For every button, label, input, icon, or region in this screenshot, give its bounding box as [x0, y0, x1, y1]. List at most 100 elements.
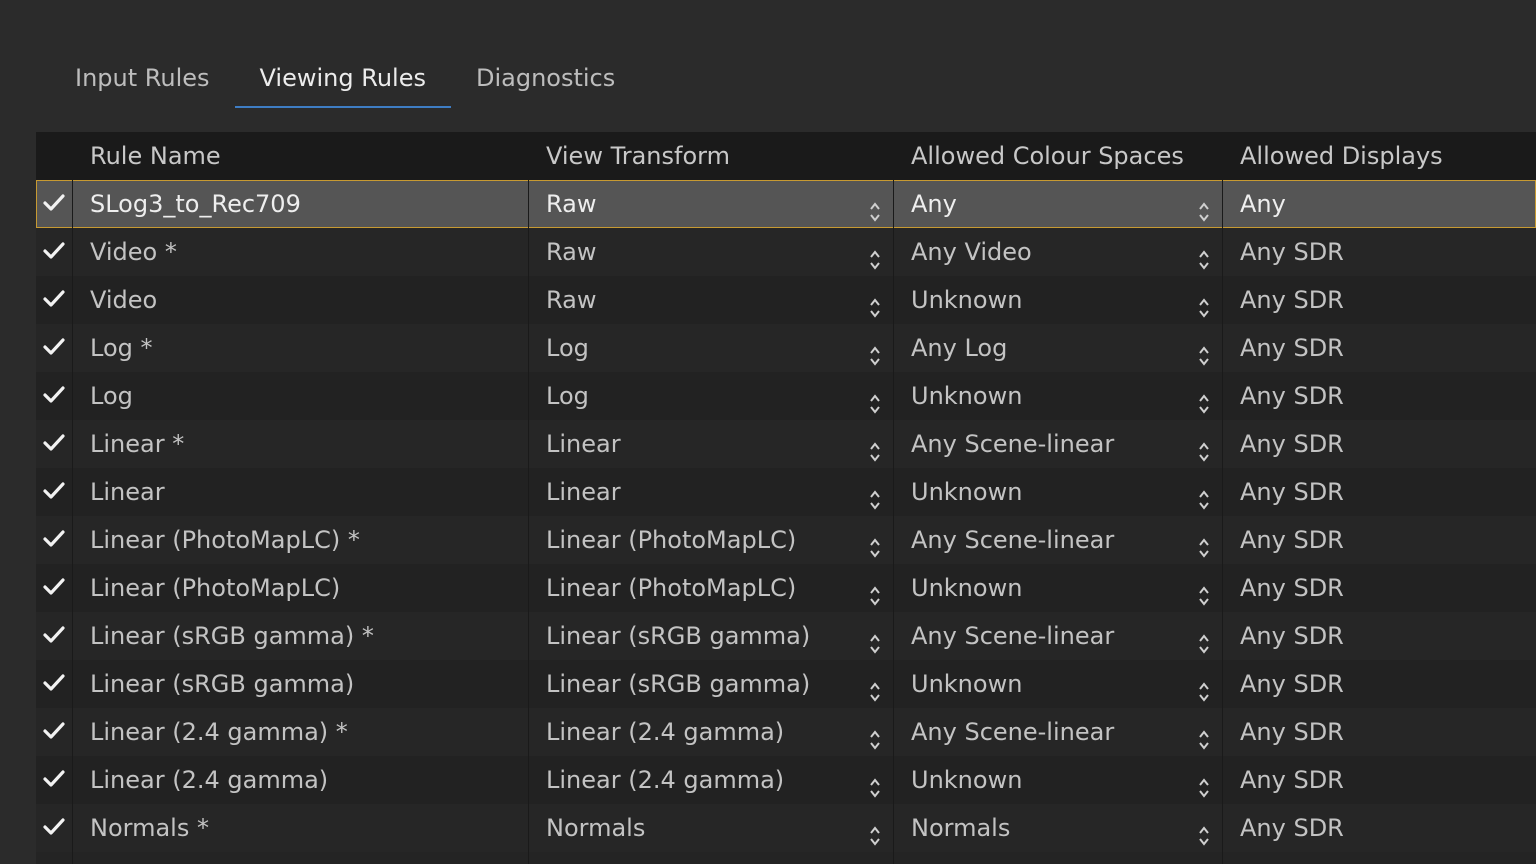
table-row[interactable]: Normals * Normals Normals Any SDR: [36, 804, 1536, 852]
table-row[interactable]: Linear (PhotoMapLC) * Linear (PhotoMapLC)…: [36, 516, 1536, 564]
displays-select[interactable]: Any SDR: [1240, 276, 1536, 324]
view-transform-select[interactable]: Normals: [546, 804, 894, 852]
colour-spaces-select[interactable]: Normals: [911, 804, 1223, 852]
enabled-checkbox[interactable]: [36, 180, 72, 228]
enabled-checkbox[interactable]: [36, 804, 72, 852]
colour-spaces-value: Any Log: [911, 334, 1008, 362]
checkmark-icon: [36, 481, 72, 501]
column-header-view-transform[interactable]: View Transform: [546, 132, 730, 180]
updown-arrows-icon: [868, 576, 882, 606]
updown-arrows-icon: [868, 336, 882, 366]
rule-name-cell[interactable]: Linear *: [90, 420, 528, 468]
view-transform-select[interactable]: Log: [546, 324, 894, 372]
checkmark-icon: [36, 193, 72, 213]
displays-select[interactable]: Any SDR: [1240, 324, 1536, 372]
colour-spaces-select[interactable]: Unknown: [911, 372, 1223, 420]
colour-spaces-select[interactable]: Any Scene-linear: [911, 516, 1223, 564]
rule-name-cell[interactable]: Normals *: [90, 804, 528, 852]
displays-select[interactable]: Any: [1240, 180, 1536, 228]
table-row[interactable]: SLog3_to_Rec709 Raw Any Any: [36, 180, 1536, 228]
colour-spaces-select[interactable]: Unknown: [911, 468, 1223, 516]
table-row[interactable]: Log Log Unknown Any SDR: [36, 372, 1536, 420]
table-row[interactable]: Linear (sRGB gamma) Linear (sRGB gamma) Un…: [36, 660, 1536, 708]
enabled-checkbox[interactable]: [36, 756, 72, 804]
view-transform-select[interactable]: Linear (2.4 gamma): [546, 708, 894, 756]
displays-select[interactable]: Any SDR: [1240, 804, 1536, 852]
enabled-checkbox[interactable]: [36, 372, 72, 420]
displays-value: Any: [1240, 190, 1286, 218]
colour-spaces-select[interactable]: Any Scene-linear: [911, 420, 1223, 468]
rule-name-cell[interactable]: Video *: [90, 228, 528, 276]
rule-name-cell[interactable]: Log *: [90, 324, 528, 372]
colour-spaces-select[interactable]: Any Scene-linear: [911, 612, 1223, 660]
view-transform-select[interactable]: Linear (sRGB gamma): [546, 660, 894, 708]
view-transform-select[interactable]: Raw: [546, 228, 894, 276]
table-row[interactable]: Linear (2.4 gamma) Linear (2.4 gamma) Unkn…: [36, 756, 1536, 804]
colour-spaces-select[interactable]: Unknown: [911, 276, 1223, 324]
rule-name-cell[interactable]: SLog3_to_Rec709: [90, 180, 528, 228]
displays-select[interactable]: Any SDR: [1240, 468, 1536, 516]
rule-name-cell[interactable]: Linear (PhotoMapLC) *: [90, 516, 528, 564]
checkmark-icon: [36, 577, 72, 597]
rule-name-cell[interactable]: Linear (2.4 gamma): [90, 756, 528, 804]
displays-select[interactable]: Any SDR: [1240, 564, 1536, 612]
colour-spaces-select[interactable]: Any Video: [911, 228, 1223, 276]
colour-spaces-select[interactable]: Any: [911, 180, 1223, 228]
enabled-checkbox[interactable]: [36, 276, 72, 324]
colour-spaces-select[interactable]: Unknown: [911, 660, 1223, 708]
displays-select[interactable]: Any SDR: [1240, 612, 1536, 660]
enabled-checkbox[interactable]: [36, 708, 72, 756]
displays-select[interactable]: Any SDR: [1240, 372, 1536, 420]
colour-spaces-select[interactable]: Unknown: [911, 756, 1223, 804]
rule-name-cell[interactable]: Linear (sRGB gamma): [90, 660, 528, 708]
column-header-allowed-displays[interactable]: Allowed Displays: [1240, 132, 1443, 180]
displays-select[interactable]: Any SDR: [1240, 756, 1536, 804]
view-transform-select[interactable]: Linear: [546, 420, 894, 468]
colour-spaces-select[interactable]: Unknown: [911, 564, 1223, 612]
enabled-checkbox[interactable]: [36, 420, 72, 468]
table-row[interactable]: Linear * Linear Any Scene-linear Any SDR: [36, 420, 1536, 468]
table-row[interactable]: Linear Linear Unknown Any SDR: [36, 468, 1536, 516]
displays-select[interactable]: Any SDR: [1240, 660, 1536, 708]
displays-select[interactable]: Any SDR: [1240, 708, 1536, 756]
view-transform-select[interactable]: Linear (PhotoMapLC): [546, 564, 894, 612]
displays-select[interactable]: Any SDR: [1240, 420, 1536, 468]
enabled-checkbox[interactable]: [36, 612, 72, 660]
displays-select[interactable]: Any SDR: [1240, 228, 1536, 276]
view-transform-select[interactable]: Raw: [546, 180, 894, 228]
enabled-checkbox[interactable]: [36, 324, 72, 372]
table-row[interactable]: Log * Log Any Log Any SDR: [36, 324, 1536, 372]
column-header-rule-name[interactable]: Rule Name: [90, 132, 221, 180]
rule-name-cell[interactable]: Linear (PhotoMapLC): [90, 564, 528, 612]
table-row[interactable]: Video Raw Unknown Any SDR: [36, 276, 1536, 324]
tab-input-rules[interactable]: Input Rules: [50, 50, 235, 108]
table-row[interactable]: Video * Raw Any Video Any SDR: [36, 228, 1536, 276]
enabled-checkbox[interactable]: [36, 564, 72, 612]
enabled-checkbox[interactable]: [36, 468, 72, 516]
view-transform-select[interactable]: Linear (PhotoMapLC): [546, 516, 894, 564]
table-row[interactable]: Linear (2.4 gamma) * Linear (2.4 gamma) An…: [36, 708, 1536, 756]
view-transform-select[interactable]: Raw: [546, 276, 894, 324]
table-header: Rule Name View Transform Allowed Colour …: [36, 132, 1536, 180]
column-header-allowed-colour-spaces[interactable]: Allowed Colour Spaces: [911, 132, 1184, 180]
displays-select[interactable]: Any SDR: [1240, 516, 1536, 564]
updown-arrows-icon: [868, 624, 882, 654]
colour-spaces-select[interactable]: Any Scene-linear: [911, 708, 1223, 756]
colour-spaces-select[interactable]: Any Log: [911, 324, 1223, 372]
rule-name-cell[interactable]: Log: [90, 372, 528, 420]
view-transform-select[interactable]: Linear (2.4 gamma): [546, 756, 894, 804]
rule-name-cell[interactable]: Linear: [90, 468, 528, 516]
table-row[interactable]: Linear (PhotoMapLC) Linear (PhotoMapLC) Un…: [36, 564, 1536, 612]
rule-name-cell[interactable]: Linear (sRGB gamma) *: [90, 612, 528, 660]
tab-diagnostics[interactable]: Diagnostics: [451, 50, 640, 108]
enabled-checkbox[interactable]: [36, 228, 72, 276]
enabled-checkbox[interactable]: [36, 516, 72, 564]
rule-name-cell[interactable]: Video: [90, 276, 528, 324]
enabled-checkbox[interactable]: [36, 660, 72, 708]
tab-viewing-rules[interactable]: Viewing Rules: [234, 50, 452, 108]
rule-name-cell[interactable]: Linear (2.4 gamma) *: [90, 708, 528, 756]
view-transform-select[interactable]: Linear: [546, 468, 894, 516]
view-transform-select[interactable]: Linear (sRGB gamma): [546, 612, 894, 660]
table-row[interactable]: Linear (sRGB gamma) * Linear (sRGB gamma)…: [36, 612, 1536, 660]
view-transform-select[interactable]: Log: [546, 372, 894, 420]
